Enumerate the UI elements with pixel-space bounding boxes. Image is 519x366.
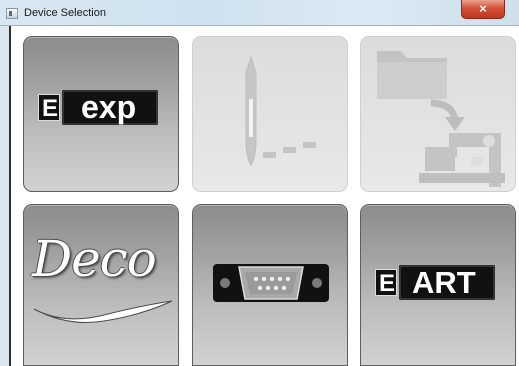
device-grid: E exp Deco E ART <box>11 26 519 366</box>
art-label: ART <box>412 265 476 300</box>
art-badge-letter: E <box>379 270 396 297</box>
pen-icon <box>245 55 316 166</box>
close-button[interactable]: × <box>461 0 505 19</box>
folder-to-sewing-machine-icon <box>377 51 505 187</box>
device-tile-pen[interactable] <box>192 36 348 192</box>
device-tile-deco[interactable]: Deco <box>23 204 179 366</box>
device-tile-serial-port[interactable] <box>192 204 348 366</box>
device-tile-machine[interactable] <box>360 36 516 192</box>
app-icon[interactable] <box>6 8 18 19</box>
title-bar[interactable]: Device Selection × <box>0 0 519 26</box>
device-selection-window: Device Selection × E exp Deco E ART <box>0 0 519 366</box>
device-tile-art[interactable]: E ART <box>360 204 516 366</box>
device-tile-exp[interactable]: E exp <box>23 36 179 192</box>
exp-badge-letter: E <box>42 95 59 122</box>
exp-label: exp <box>81 89 137 125</box>
deco-label: Deco <box>32 230 157 288</box>
window-title: Device Selection <box>24 7 106 19</box>
serial-port-icon <box>213 264 329 302</box>
